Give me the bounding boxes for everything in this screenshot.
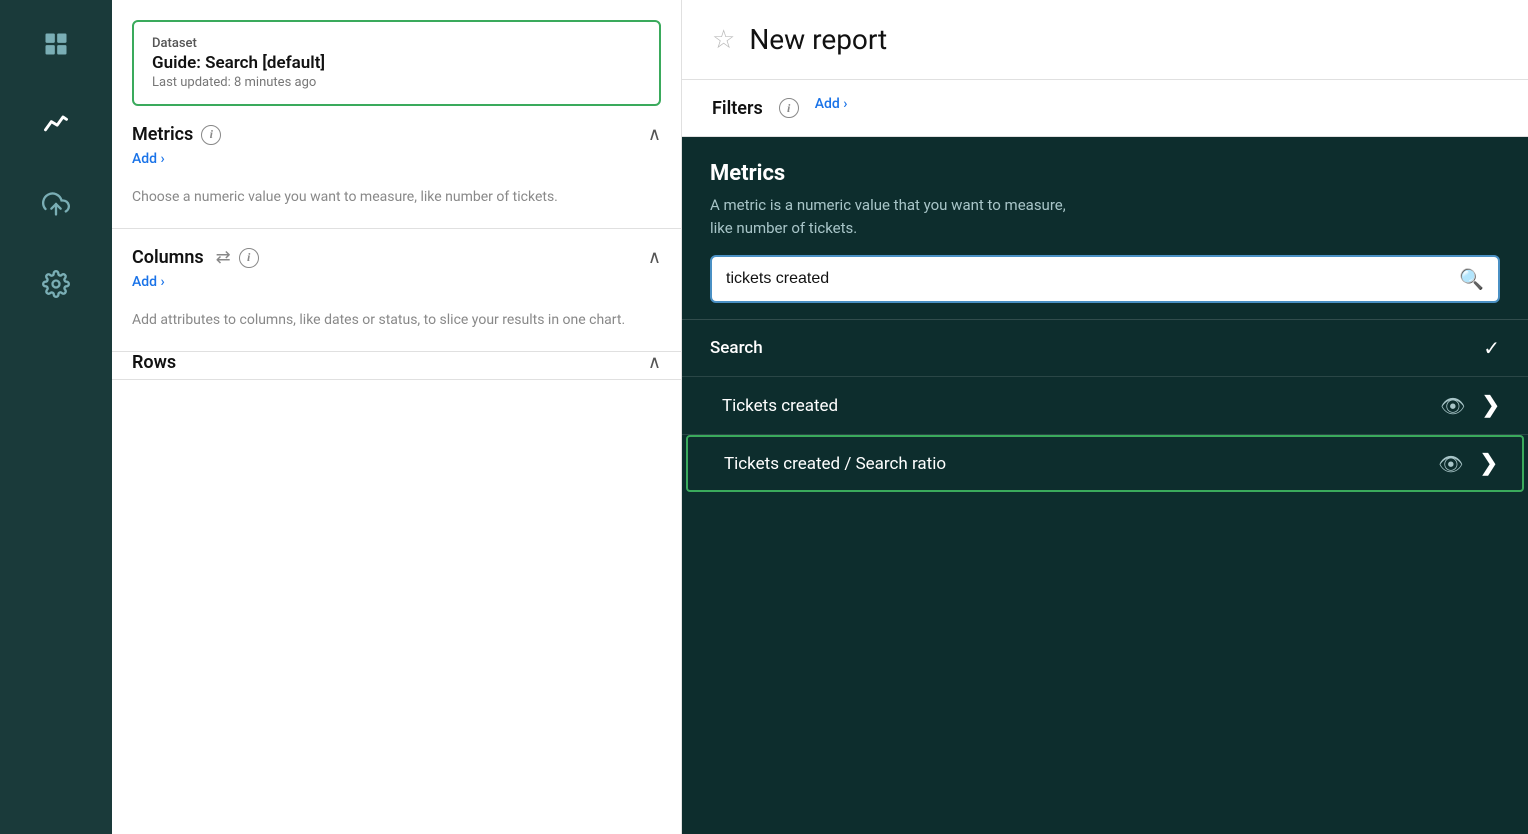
dataset-name: Guide: Search [default]	[152, 53, 641, 73]
rows-header: Rows ∧	[132, 352, 661, 373]
chart-icon[interactable]	[32, 100, 80, 148]
columns-title-row: Columns ⇄ i	[132, 247, 259, 268]
metrics-description: Choose a numeric value you want to measu…	[132, 175, 661, 228]
dropdown-metrics-title: Metrics	[710, 161, 1500, 186]
result-item-tickets-created[interactable]: Tickets created 👁 ❯	[682, 377, 1528, 435]
filters-label: Filters	[712, 98, 763, 119]
columns-header: Columns ⇄ i ∧	[132, 247, 661, 268]
report-title: New report	[749, 23, 887, 56]
rows-title-row: Rows	[132, 352, 176, 373]
grid-icon[interactable]	[32, 20, 80, 68]
columns-collapse-icon[interactable]: ∧	[648, 247, 661, 268]
metrics-title: Metrics	[132, 124, 193, 145]
rows-collapse-icon[interactable]: ∧	[648, 352, 661, 373]
metrics-add-button[interactable]: Add ›	[132, 151, 661, 167]
dataset-card[interactable]: Dataset Guide: Search [default] Last upd…	[132, 20, 661, 106]
result-item-search-ratio[interactable]: Tickets created / Search ratio 👁 ❯	[686, 435, 1524, 492]
columns-refresh-icon: ⇄	[216, 247, 231, 268]
filters-add-button[interactable]: Add ›	[815, 96, 848, 112]
metrics-title-row: Metrics i	[132, 124, 221, 145]
metrics-header: Metrics i ∧	[132, 124, 661, 145]
search-section-row[interactable]: Search ✓	[682, 320, 1528, 377]
dataset-label: Dataset	[152, 36, 641, 51]
columns-title: Columns	[132, 247, 204, 268]
sidebar	[0, 0, 112, 834]
eye-icon[interactable]: 👁	[1440, 394, 1465, 418]
dropdown-metrics-header: Metrics A metric is a numeric value that…	[682, 137, 1528, 255]
arrow-right-icon-ratio[interactable]: ❯	[1480, 451, 1498, 476]
upload-icon[interactable]	[32, 180, 80, 228]
gear-icon[interactable]	[32, 260, 80, 308]
arrow-right-icon[interactable]: ❯	[1482, 393, 1500, 418]
search-box[interactable]: 🔍	[710, 255, 1500, 303]
right-panel: ☆ New report Filters i Add › Metrics A m…	[682, 0, 1528, 834]
filters-row: Filters i Add ›	[682, 80, 1528, 137]
metrics-collapse-icon[interactable]: ∧	[648, 124, 661, 145]
dropdown-metrics-desc: A metric is a numeric value that you wan…	[710, 194, 1500, 239]
rows-section: Rows ∧	[112, 352, 681, 380]
search-section-label: Search	[710, 338, 763, 358]
rows-title: Rows	[132, 352, 176, 373]
result-item-label-ratio: Tickets created / Search ratio	[724, 454, 946, 474]
left-panel: Dataset Guide: Search [default] Last upd…	[112, 0, 682, 834]
columns-add-button[interactable]: Add ›	[132, 274, 661, 290]
metrics-section: Metrics i ∧ Add › Choose a numeric value…	[112, 106, 681, 229]
columns-description: Add attributes to columns, like dates or…	[132, 298, 661, 351]
search-box-wrapper: 🔍	[682, 255, 1528, 319]
dataset-updated: Last updated: 8 minutes ago	[152, 75, 641, 90]
dropdown-panel: Metrics A metric is a numeric value that…	[682, 137, 1528, 834]
result-item-label: Tickets created	[722, 396, 838, 416]
search-icon: 🔍	[1459, 267, 1484, 291]
report-header: ☆ New report	[682, 0, 1528, 80]
eye-icon-ratio[interactable]: 👁	[1438, 452, 1463, 476]
star-icon[interactable]: ☆	[712, 25, 735, 55]
metrics-info-icon[interactable]: i	[201, 125, 221, 145]
metrics-search-input[interactable]	[726, 270, 1449, 288]
filters-info-icon[interactable]: i	[779, 98, 799, 118]
columns-info-icon[interactable]: i	[239, 248, 259, 268]
search-section-chevron-icon: ✓	[1483, 336, 1500, 360]
result-item-icons-ratio: 👁 ❯	[1438, 451, 1498, 476]
columns-section: Columns ⇄ i ∧ Add › Add attributes to co…	[112, 229, 681, 352]
result-item-icons: 👁 ❯	[1440, 393, 1500, 418]
